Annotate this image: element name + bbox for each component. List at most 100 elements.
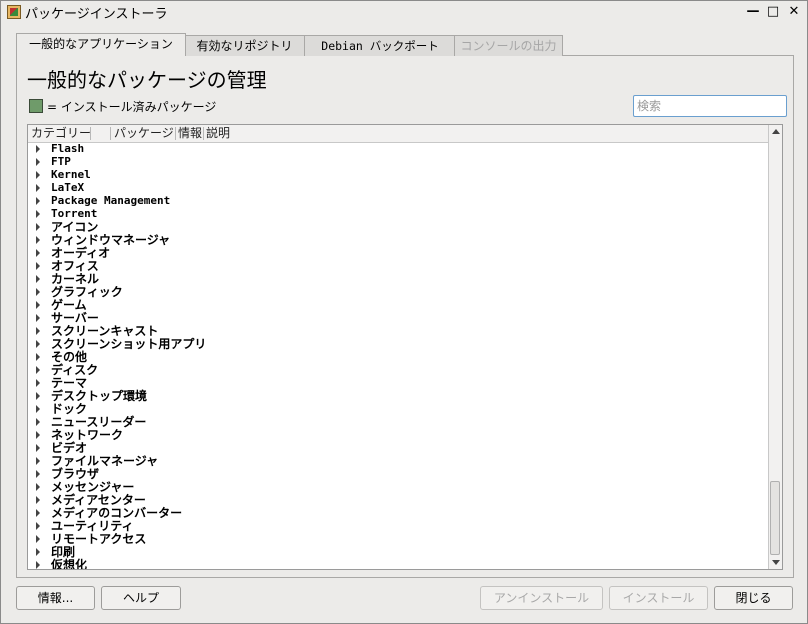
tree-row[interactable]: ファイルマネージャ [28, 454, 768, 468]
category-label: ディスク [51, 363, 99, 377]
expand-arrow-icon[interactable] [36, 210, 40, 218]
expand-arrow-icon[interactable] [36, 314, 40, 322]
about-button[interactable]: 情報... [16, 586, 95, 610]
expand-arrow-icon[interactable] [36, 405, 40, 413]
expand-arrow-icon[interactable] [36, 535, 40, 543]
expand-arrow-icon[interactable] [36, 444, 40, 452]
expand-arrow-icon[interactable] [36, 145, 40, 153]
category-label: 印刷 [51, 545, 76, 559]
tree-row[interactable]: メディアのコンバーター [28, 506, 768, 520]
tree-row[interactable]: FTP [28, 155, 768, 169]
expand-arrow-icon[interactable] [36, 288, 40, 296]
expand-arrow-icon[interactable] [36, 561, 40, 569]
category-label: ビデオ [51, 441, 88, 455]
category-label: テーマ [51, 376, 88, 390]
expand-arrow-icon[interactable] [36, 483, 40, 491]
expand-arrow-icon[interactable] [36, 470, 40, 478]
expand-arrow-icon[interactable] [36, 236, 40, 244]
category-label: ネットワーク [51, 428, 124, 442]
scroll-up-arrow-icon[interactable] [772, 129, 780, 134]
expand-arrow-icon[interactable] [36, 353, 40, 361]
tree-row[interactable]: ネットワーク [28, 428, 768, 442]
category-label: サーバー [51, 311, 99, 325]
expand-arrow-icon[interactable] [36, 431, 40, 439]
expand-arrow-icon[interactable] [36, 197, 40, 205]
tree-row[interactable]: Package Management [28, 194, 768, 208]
expand-arrow-icon[interactable] [36, 327, 40, 335]
tab-general-applications[interactable]: 一般的なアプリケーション [16, 33, 186, 56]
expand-arrow-icon[interactable] [36, 184, 40, 192]
expand-arrow-icon[interactable] [36, 366, 40, 374]
category-label: スクリーンキャスト [51, 324, 159, 338]
vertical-scrollbar[interactable] [768, 125, 782, 569]
column-header-info[interactable]: 情報 [178, 125, 202, 142]
tree-row[interactable]: リモートアクセス [28, 532, 768, 546]
category-label: LaTeX [51, 181, 85, 194]
expand-arrow-icon[interactable] [36, 171, 40, 179]
tree-row[interactable]: 仮想化 [28, 558, 768, 569]
tree-row[interactable]: スクリーンショット用アプリ [28, 337, 768, 351]
tree-row[interactable]: カーネル [28, 272, 768, 286]
expand-arrow-icon[interactable] [36, 418, 40, 426]
tree-row[interactable]: その他 [28, 350, 768, 364]
expand-arrow-icon[interactable] [36, 548, 40, 556]
installed-legend-text: = インストール済みパッケージ [47, 100, 217, 114]
category-label: アイコン [51, 220, 99, 234]
tree-row[interactable]: オーディオ [28, 246, 768, 260]
category-label: Kernel [51, 168, 91, 181]
tree-row[interactable]: ニュースリーダー [28, 415, 768, 429]
maximize-button[interactable]: □ [765, 4, 781, 20]
window-title: パッケージインストーラ [25, 7, 168, 22]
column-header-package[interactable]: パッケージ [114, 125, 174, 142]
category-label: カーネル [51, 272, 100, 286]
tree-row[interactable]: Torrent [28, 207, 768, 221]
expand-arrow-icon[interactable] [36, 262, 40, 270]
expand-arrow-icon[interactable] [36, 457, 40, 465]
tab-debian-backports[interactable]: Debian バックポート [304, 35, 456, 56]
tree-row[interactable]: ディスク [28, 363, 768, 377]
category-label: その他 [51, 350, 88, 364]
category-tree[interactable]: カテゴリー パッケージ 情報 説明 Flash FTP Kernel LaTeX Pac… [27, 124, 783, 570]
category-label: メディアセンター [51, 493, 146, 507]
tab-enabled-repositories[interactable]: 有効なリポジトリ [184, 35, 305, 56]
expand-arrow-icon[interactable] [36, 522, 40, 530]
tree-row[interactable]: デスクトップ環境 [28, 389, 768, 403]
expand-arrow-icon[interactable] [36, 158, 40, 166]
tree-row[interactable]: ブラウザ [28, 467, 768, 481]
category-label: メッセンジャー [51, 480, 135, 494]
expand-arrow-icon[interactable] [36, 249, 40, 257]
tree-row[interactable]: Kernel [28, 168, 768, 182]
help-button[interactable]: ヘルプ [101, 586, 181, 610]
tree-row[interactable]: 印刷 [28, 545, 768, 559]
tree-row[interactable]: グラフィック [28, 285, 768, 299]
expand-arrow-icon[interactable] [36, 496, 40, 504]
minimize-button[interactable]: — [745, 4, 761, 20]
category-label: ウィンドウマネージャ [51, 233, 171, 247]
expand-arrow-icon[interactable] [36, 340, 40, 348]
close-window-button[interactable]: ✕ [786, 4, 802, 20]
page-title: 一般的なパッケージの管理 [27, 68, 267, 92]
expand-arrow-icon[interactable] [36, 223, 40, 231]
column-header-description[interactable]: 説明 [206, 125, 230, 142]
scrollbar-thumb[interactable] [770, 481, 780, 555]
expand-arrow-icon[interactable] [36, 275, 40, 283]
category-label: リモートアクセス [51, 532, 147, 546]
expand-arrow-icon[interactable] [36, 509, 40, 517]
expand-arrow-icon[interactable] [36, 392, 40, 400]
scroll-down-arrow-icon[interactable] [772, 560, 780, 565]
category-label: ゲーム [51, 298, 87, 312]
tree-row[interactable]: Flash [28, 143, 768, 156]
category-label: ブラウザ [51, 467, 100, 481]
column-header-category[interactable]: カテゴリー [31, 125, 91, 142]
expand-arrow-icon[interactable] [36, 379, 40, 387]
close-button[interactable]: 閉じる [714, 586, 793, 610]
install-button: インストール [609, 586, 708, 610]
search-input[interactable] [633, 95, 787, 117]
tree-row[interactable]: ゲーム [28, 298, 768, 312]
expand-arrow-icon[interactable] [36, 301, 40, 309]
category-label: オーディオ [51, 246, 111, 260]
category-label: オフィス [51, 259, 99, 273]
tree-row[interactable]: ウィンドウマネージャ [28, 233, 768, 247]
tree-row[interactable]: オフィス [28, 259, 768, 273]
category-label: ニュースリーダー [51, 415, 147, 429]
